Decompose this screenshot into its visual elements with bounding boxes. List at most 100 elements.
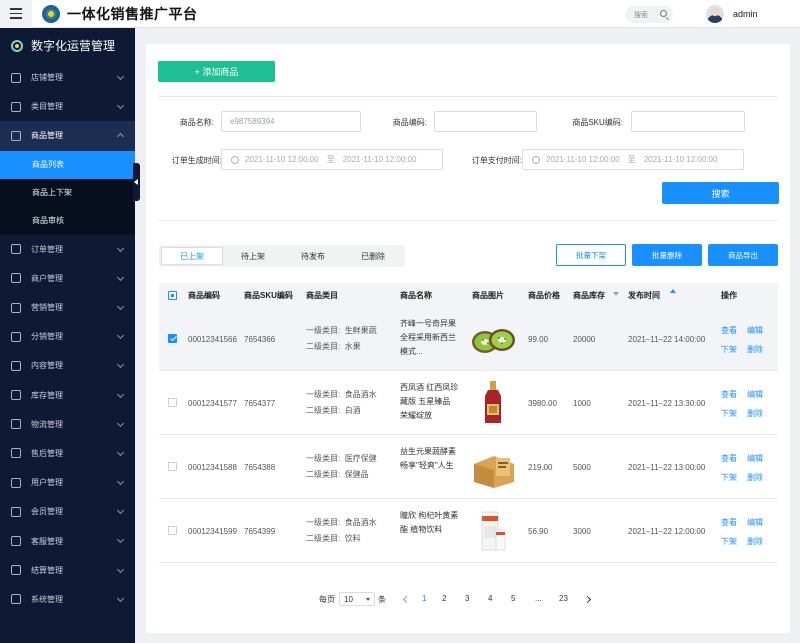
brand-icon — [11, 39, 23, 52]
edit-link[interactable]: 编辑 — [747, 453, 763, 464]
sidebar-item[interactable]: 客服管理 — [0, 526, 135, 555]
product-name[interactable]: 西凤酒 红西凤珍藏版 五星臻品 荣耀绽放 — [400, 381, 460, 423]
delete-link[interactable]: 删除 — [747, 344, 763, 355]
sidebar-item[interactable]: 物流管理 — [0, 410, 135, 439]
product-image[interactable] — [468, 506, 518, 556]
sidebar-item-label: 店铺管理 — [31, 73, 63, 83]
bulk-delete-button[interactable]: 批量删除 — [632, 244, 702, 266]
sidebar-item[interactable]: 类目管理 — [0, 92, 135, 121]
export-button[interactable]: 商品导出 — [708, 244, 778, 266]
truck-icon — [11, 419, 21, 430]
table-row[interactable]: 00012341577 7654377 一级类目: 食品酒水 二级类目: 白酒 … — [159, 371, 778, 435]
page-2[interactable]: 2 — [442, 594, 446, 603]
product-code: 00012341577 — [188, 399, 237, 408]
tab-pending-publish[interactable]: 待发布 — [283, 247, 343, 265]
col-time: 发布时间 — [628, 291, 660, 300]
search-icon[interactable] — [660, 10, 667, 17]
product-name[interactable]: 瞳欣 枸杞叶黄素酯 植物饮料 — [400, 509, 460, 537]
product-sku: 7654399 — [244, 527, 276, 536]
product-name[interactable]: 齐峰一号奇异果 全程采用新西兰模式... — [400, 317, 460, 359]
product-sku-input[interactable] — [631, 111, 745, 132]
table-row[interactable]: 00012341566 7654366 一级类目: 生鲜果蔬 二级类目: 水果 … — [159, 307, 778, 371]
sort-asc-icon[interactable] — [670, 289, 676, 293]
page-4[interactable]: 4 — [488, 594, 492, 603]
clock-icon — [532, 155, 540, 164]
product-image[interactable] — [468, 378, 518, 428]
sidebar-item[interactable]: 系统管理 — [0, 585, 135, 614]
view-link[interactable]: 查看 — [721, 453, 737, 464]
sidebar-subitem[interactable]: 商品审核 — [0, 206, 135, 235]
sidebar-item[interactable]: 会员管理 — [0, 497, 135, 526]
sidebar-subitem[interactable]: 商品列表 — [0, 150, 135, 179]
prev-page-icon[interactable] — [402, 595, 411, 604]
view-link[interactable]: 查看 — [721, 325, 737, 336]
delete-link[interactable]: 删除 — [747, 536, 763, 547]
page-ellipsis: ... — [535, 594, 542, 603]
page-1[interactable]: 1 — [422, 594, 426, 603]
table-row[interactable]: 00012341588 7654388 一级类目: 医疗保健 二级类目: 保健品… — [159, 435, 778, 499]
product-stock: 3000 — [573, 527, 591, 536]
sidebar-item[interactable]: 用户管理 — [0, 468, 135, 497]
sidebar-brand: 数字化运营管理 — [0, 28, 135, 63]
users-icon — [11, 477, 21, 488]
add-product-button[interactable]: + 添加商品 — [158, 61, 275, 82]
sidebar-item[interactable]: 内容管理 — [0, 351, 135, 380]
row-checkbox[interactable] — [168, 526, 177, 535]
sidebar-item[interactable]: 营销管理 — [0, 293, 135, 322]
sidebar-item[interactable]: 商品管理 — [0, 121, 135, 151]
edit-link[interactable]: 编辑 — [747, 517, 763, 528]
tab-deleted[interactable]: 已删除 — [343, 247, 403, 265]
search-button[interactable]: 搜索 — [662, 182, 779, 204]
hamburger-menu-icon[interactable] — [0, 0, 32, 28]
sidebar-item-label: 商户管理 — [31, 273, 63, 283]
username[interactable]: admin — [733, 9, 758, 19]
tab-listed[interactable]: 已上架 — [161, 247, 223, 265]
offshelf-link[interactable]: 下架 — [721, 536, 737, 547]
page-5[interactable]: 5 — [511, 594, 515, 603]
sidebar-collapse-handle[interactable] — [133, 163, 140, 201]
row-checkbox[interactable] — [168, 462, 177, 471]
page-size-select[interactable]: 10 — [339, 592, 375, 606]
product-name[interactable]: 益生元果蔬酵素 畅享"轻爽"人生 — [400, 445, 460, 473]
bulk-offshelf-button[interactable]: 批量下架 — [556, 244, 626, 266]
edit-link[interactable]: 编辑 — [747, 325, 763, 336]
offshelf-link[interactable]: 下架 — [721, 408, 737, 419]
col-image: 商品图片 — [472, 291, 504, 300]
product-price: 56.90 — [528, 527, 549, 536]
product-price: 219.00 — [528, 463, 553, 472]
table-row[interactable]: 00012341599 7654399 一级类目: 食品酒水 二级类目: 饮料 … — [159, 499, 778, 563]
product-name-input[interactable]: e987589394 — [221, 111, 361, 132]
product-code-input[interactable] — [434, 111, 537, 132]
product-image[interactable] — [468, 314, 518, 364]
row-checkbox[interactable] — [168, 398, 177, 407]
order-paid-range[interactable]: 2021-11-10 12:00:00 至 2021-11-10 12:00:0… — [522, 149, 744, 170]
user-avatar[interactable] — [706, 5, 724, 23]
delete-link[interactable]: 删除 — [747, 408, 763, 419]
sidebar-item[interactable]: 订单管理 — [0, 235, 135, 264]
sidebar-item[interactable]: 店铺管理 — [0, 63, 135, 92]
filter-icon[interactable] — [613, 292, 619, 296]
sidebar-item[interactable]: 结算管理 — [0, 556, 135, 585]
sidebar-item[interactable]: 库存管理 — [0, 381, 135, 410]
sidebar-item[interactable]: 售后管理 — [0, 439, 135, 468]
order-created-range[interactable]: 2021-11-10 12:00:00 至 2021-11-10 12:00:0… — [221, 149, 443, 170]
offshelf-link[interactable]: 下架 — [721, 472, 737, 483]
sidebar-item[interactable]: 分销管理 — [0, 322, 135, 351]
next-page-icon[interactable] — [583, 595, 592, 604]
edit-link[interactable]: 编辑 — [747, 389, 763, 400]
select-all-checkbox[interactable] — [168, 291, 177, 300]
col-category: 商品类目 — [306, 291, 338, 300]
sidebar-item-label: 会员管理 — [31, 507, 63, 517]
page-23[interactable]: 23 — [559, 594, 568, 603]
sidebar-subitem[interactable]: 商品上下架 — [0, 178, 135, 207]
page-3[interactable]: 3 — [465, 594, 469, 603]
product-image[interactable] — [468, 442, 518, 492]
sidebar-item[interactable]: 商户管理 — [0, 264, 135, 293]
offshelf-link[interactable]: 下架 — [721, 344, 737, 355]
view-link[interactable]: 查看 — [721, 517, 737, 528]
tab-pending-listing[interactable]: 待上架 — [223, 247, 283, 265]
view-link[interactable]: 查看 — [721, 389, 737, 400]
row-checkbox[interactable] — [168, 334, 177, 343]
delete-link[interactable]: 删除 — [747, 472, 763, 483]
global-search-input[interactable]: 搜索 — [625, 6, 673, 23]
